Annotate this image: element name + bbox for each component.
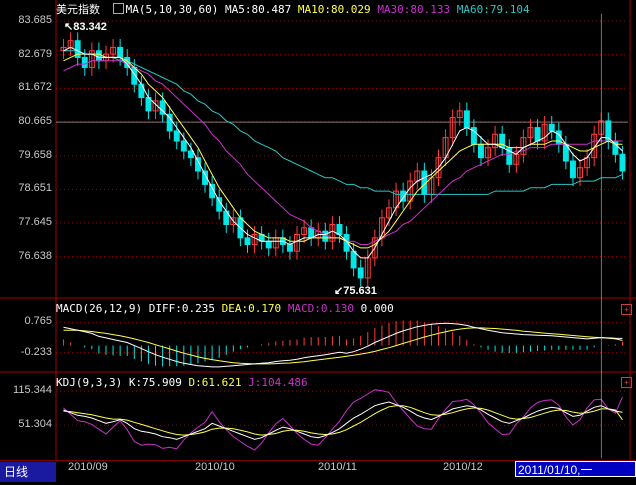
cursor-date-text: 2011/01/10,一 bbox=[518, 463, 593, 477]
candle-down bbox=[350, 250, 357, 269]
candle-down bbox=[180, 140, 187, 152]
candle-down bbox=[322, 230, 329, 242]
k-line bbox=[63, 401, 623, 440]
candle-down bbox=[117, 46, 124, 58]
candle-down bbox=[216, 197, 223, 212]
date-label-sep: 2010/09 bbox=[68, 461, 108, 473]
price-tick-label: 80.665 bbox=[18, 115, 52, 128]
ma60-value: MA60:79.104 bbox=[456, 3, 530, 16]
price-tick-label: 81.672 bbox=[18, 81, 52, 94]
cursor-date-label: 2011/01/10,一 bbox=[515, 461, 636, 477]
candle-down bbox=[187, 150, 194, 159]
candle-down bbox=[463, 110, 470, 129]
ma10-value: MA10:80.029 bbox=[297, 3, 371, 16]
main-legend: 美元指数 MA(5,10,30,60) MA5:80.487 MA10:80.0… bbox=[56, 1, 530, 17]
d-value: D:61.621 bbox=[188, 376, 242, 389]
ma10-line bbox=[63, 53, 623, 249]
price-tick-label: 76.638 bbox=[18, 249, 52, 262]
candle-down bbox=[548, 123, 555, 132]
ma-icon[interactable] bbox=[112, 3, 124, 14]
k-value: K:75.909 bbox=[128, 376, 182, 389]
macd-zero: 0.000 bbox=[360, 302, 394, 315]
ma30-line bbox=[63, 60, 623, 245]
chart-canvas[interactable] bbox=[0, 0, 636, 460]
diff-line bbox=[63, 322, 623, 368]
date-label-dec: 2010/12 bbox=[443, 461, 483, 473]
candle-down bbox=[336, 223, 343, 236]
date-label-nov: 2010/11 bbox=[318, 461, 357, 473]
candle-down bbox=[477, 143, 484, 159]
candle-down bbox=[534, 127, 541, 142]
price-tick-label: 77.645 bbox=[18, 215, 52, 228]
candle-down bbox=[286, 244, 293, 252]
ma60-line bbox=[63, 50, 623, 195]
candle-down bbox=[619, 153, 626, 172]
macd-legend: MACD(26,12,9) DIFF:0.235 DEA:0.170 MACD:… bbox=[56, 302, 394, 315]
diff-value: DIFF:0.235 bbox=[148, 302, 215, 315]
candle-down bbox=[81, 56, 88, 68]
macd-value: MACD:0.130 bbox=[287, 302, 355, 315]
d-line bbox=[63, 405, 623, 436]
price-tick-label: 83.685 bbox=[18, 14, 52, 27]
price-tick-label: 79.658 bbox=[18, 148, 52, 161]
candle-down bbox=[95, 50, 102, 62]
candle-down bbox=[138, 83, 145, 99]
j-value: J:104.486 bbox=[248, 376, 308, 389]
candle-down bbox=[244, 237, 251, 246]
kdj-params[interactable]: KDJ(9,3,3) bbox=[56, 376, 122, 389]
kdj-tick-label: 51.304 bbox=[18, 418, 52, 431]
candle-down bbox=[265, 240, 272, 249]
candle-down bbox=[173, 130, 180, 142]
j-line bbox=[63, 389, 623, 451]
candle-down bbox=[569, 160, 576, 179]
candle-down bbox=[308, 227, 315, 239]
price-tick-label: 82.679 bbox=[18, 47, 52, 60]
instrument-title: 美元指数 bbox=[56, 3, 100, 16]
low-marker: ↙75.631 bbox=[334, 284, 377, 297]
ma30-value: MA30:80.133 bbox=[377, 3, 451, 16]
macd-params[interactable]: MACD(26,12,9) bbox=[56, 302, 142, 315]
low-arrow-icon: ↙ bbox=[334, 285, 344, 297]
low-value: 75.631 bbox=[343, 285, 377, 297]
macd-tick-label: 0.765 bbox=[24, 315, 52, 328]
candle-down bbox=[166, 113, 173, 132]
kdj-legend: KDJ(9,3,3) K:75.909 D:61.621 J:104.486 bbox=[56, 376, 308, 389]
high-marker: ↖83.342 bbox=[64, 20, 107, 33]
dea-value: DEA:0.170 bbox=[221, 302, 282, 315]
high-value: 83.342 bbox=[73, 21, 107, 33]
candle-down bbox=[357, 267, 364, 279]
ma5-value: MA5:80.487 bbox=[224, 3, 292, 16]
kdj-expand-button[interactable]: + bbox=[621, 377, 632, 388]
period-button[interactable]: 日线 bbox=[0, 462, 56, 482]
high-arrow-icon: ↖ bbox=[64, 21, 74, 33]
ma5-line bbox=[63, 46, 623, 259]
ma-params[interactable]: MA(5,10,30,60) bbox=[126, 3, 219, 16]
macd-tick-label: -0.233 bbox=[20, 345, 52, 358]
date-label-oct: 2010/10 bbox=[195, 461, 235, 473]
macd-expand-button[interactable]: + bbox=[621, 304, 632, 315]
kdj-tick-label: 115.344 bbox=[13, 384, 52, 397]
dea-line bbox=[63, 327, 623, 365]
price-tick-label: 78.651 bbox=[18, 182, 52, 195]
